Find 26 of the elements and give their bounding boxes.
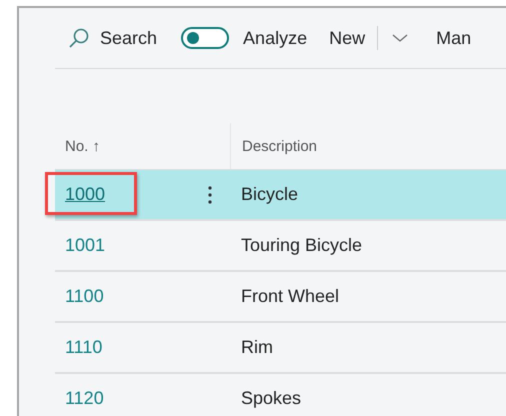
table-cell: Touring Bicycle — [241, 235, 362, 255]
table-row[interactable]: 1110 Rim — [55, 323, 506, 374]
search-button[interactable]: Search — [68, 27, 158, 49]
chevron-icon — [392, 33, 408, 43]
item-number-link[interactable]: 1100 — [65, 286, 104, 307]
table-row[interactable]: 1120 Spokes — [55, 374, 506, 416]
search-icon — [68, 27, 90, 49]
table-row[interactable]: 1000 Bicycle — [55, 170, 506, 221]
table-cell: Bicycle — [241, 184, 298, 204]
analyze-label: Analyze — [243, 28, 308, 48]
manage-button[interactable]: Man — [436, 28, 472, 48]
table-cell: Spokes — [241, 388, 302, 408]
table-cell: Rim — [241, 337, 273, 357]
table-row[interactable]: 1001 Touring Bicycle — [55, 221, 506, 272]
dropdown-button[interactable] — [392, 33, 408, 43]
column-header[interactable]: Description — [242, 138, 318, 154]
item-number-link[interactable]: 1110 — [65, 337, 102, 358]
toggle-switch[interactable] — [181, 27, 230, 49]
new-button[interactable]: New — [329, 28, 366, 48]
item-number-link[interactable]: 1000 — [65, 184, 106, 205]
more-options-icon[interactable] — [208, 184, 212, 204]
table-cell: Front Wheel — [241, 286, 340, 306]
item-number-link[interactable]: 1001 — [65, 235, 106, 256]
column-header[interactable]: No. ↑ — [65, 138, 100, 154]
table-row[interactable]: 1100 Front Wheel — [55, 272, 506, 323]
item-number-link[interactable]: 1120 — [65, 388, 104, 409]
